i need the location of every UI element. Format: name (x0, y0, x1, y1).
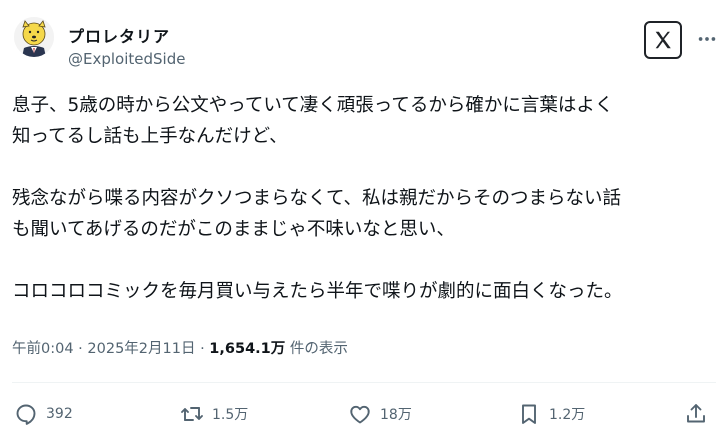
more-options-button[interactable] (694, 26, 720, 52)
more-dots-icon (698, 37, 716, 41)
user-handle[interactable]: @ExploitedSide (68, 50, 185, 68)
views-count: 1,654.1万 (209, 341, 286, 357)
bookmark-count: 1.2万 (549, 407, 586, 423)
avatar[interactable] (14, 17, 54, 57)
action-bar: 392 1.5万 18万 1.2万 (0, 396, 728, 432)
bookmark-button[interactable]: 1.2万 (517, 396, 585, 432)
display-name[interactable]: プロレタリア (68, 23, 170, 47)
heart-icon (350, 405, 370, 424)
tweet-time[interactable]: 午前0:04 (12, 341, 74, 357)
reply-icon (16, 404, 36, 425)
reply-button[interactable]: 392 (14, 396, 73, 432)
repost-icon (181, 407, 203, 421)
meta-separator: · (195, 341, 210, 357)
share-button[interactable] (684, 396, 708, 432)
tweet-date[interactable]: 2025年2月11日 (87, 341, 195, 357)
like-button[interactable]: 18万 (348, 396, 412, 432)
bookmark-icon (522, 404, 536, 424)
views-label: 件の表示 (285, 341, 348, 357)
dog-avatar-icon (14, 17, 54, 57)
x-logo-icon[interactable] (644, 21, 682, 59)
share-icon (687, 404, 705, 423)
reply-count: 392 (46, 406, 73, 422)
tweet-meta: 午前0:04 · 2025年2月11日 · 1,654.1万 件の表示 (12, 337, 348, 358)
meta-separator: · (73, 341, 88, 357)
like-count: 18万 (380, 407, 412, 423)
repost-button[interactable]: 1.5万 (180, 396, 248, 432)
tweet-text: 息子、5歳の時から公文やっていて凄く頑張ってるから確かに言葉はよく 知ってるし話… (12, 95, 623, 302)
divider (12, 382, 716, 383)
x-glyph-icon (655, 31, 671, 49)
repost-count: 1.5万 (212, 407, 249, 423)
